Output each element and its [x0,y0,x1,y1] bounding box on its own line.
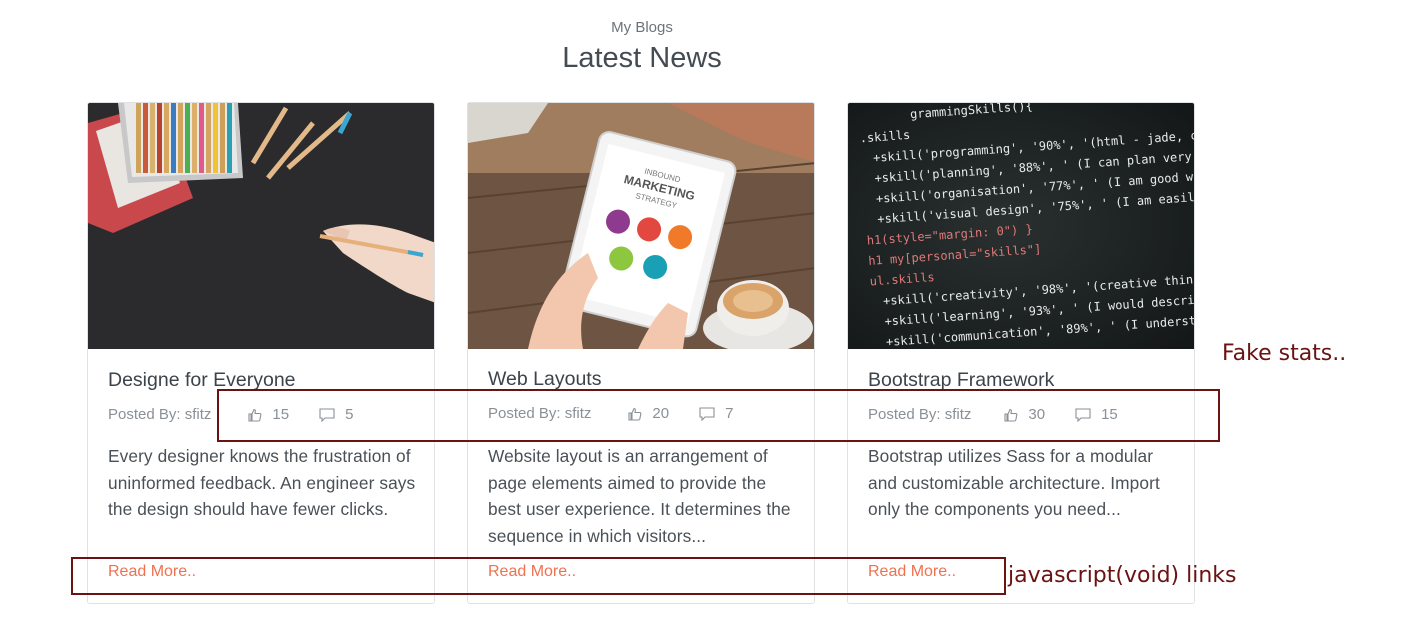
card-excerpt: Website layout is an arrangement of page… [488,446,791,546]
card-excerpt: Bootstrap utilizes Sass for a modular an… [868,446,1160,519]
card-excerpt: Every designer knows the frustration of … [108,446,416,519]
tablet-marketing-photo: INBOUND MARKETING STRATEGY [468,103,814,349]
void-links-note: javascript(void) links [1008,563,1237,588]
page-title: Latest News [562,42,722,74]
fake-stats-highlight [217,389,1220,442]
blog-card: Designe for Everyone Posted By: sfitz 15… [87,102,435,604]
blog-section-subtitle: My Blogs [611,19,673,36]
posted-by: Posted By: sfitz [108,406,212,423]
pencils-drawing-photo [88,103,434,349]
fake-stats-note: Fake stats.. [1222,341,1347,366]
blog-card: grammingSkills(){.skills +skill('programm… [847,102,1195,604]
void-links-highlight [71,557,1006,595]
card-title: Web Layouts [488,368,602,390]
blog-card: INBOUND MARKETING STRATEGY Web Layouts P… [467,102,815,604]
code-screen-photo: grammingSkills(){.skills +skill('programm… [848,103,1194,349]
